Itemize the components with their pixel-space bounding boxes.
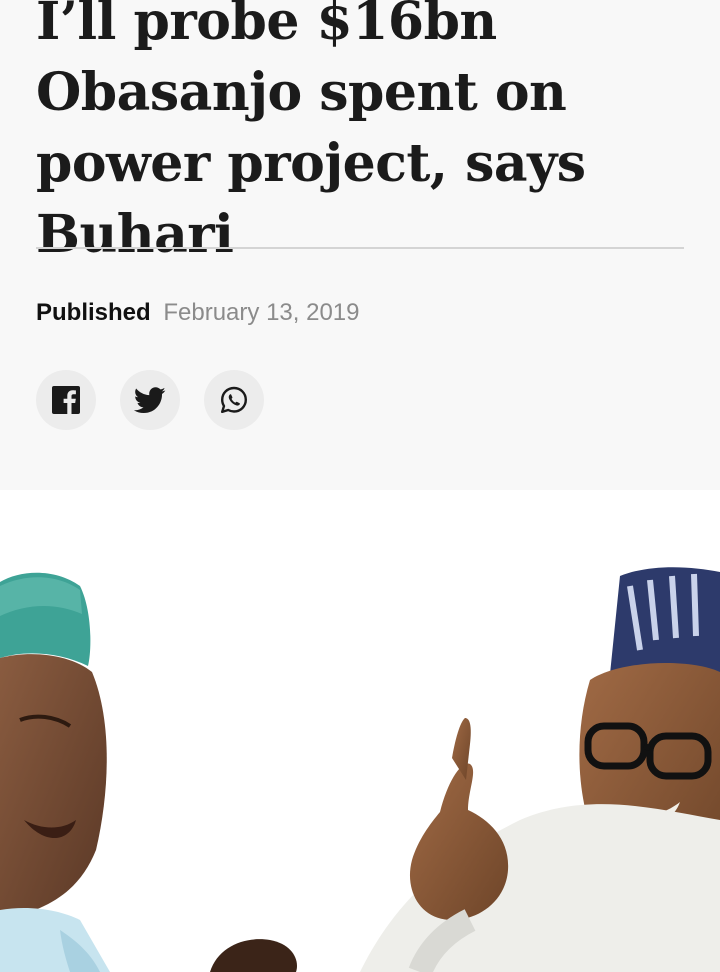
article-title: I’ll probe $16bn Obasanjo spent on power… <box>36 0 586 265</box>
facebook-icon <box>52 386 80 414</box>
published-label: Published <box>36 299 151 326</box>
photo-subject-left <box>0 572 110 972</box>
whatsapp-icon <box>221 386 247 413</box>
article-photo <box>0 490 720 972</box>
photo-subject-right <box>360 567 720 972</box>
share-whatsapp-button[interactable] <box>204 370 264 430</box>
share-twitter-button[interactable] <box>120 370 180 430</box>
article-photo-illustration <box>0 567 720 972</box>
article-header: I’ll probe $16bn Obasanjo spent on power… <box>0 0 720 490</box>
twitter-icon <box>134 386 166 413</box>
share-facebook-button[interactable] <box>36 370 96 430</box>
published-date: February 13, 2019 <box>163 299 360 326</box>
published-line: Published February 13, 2019 <box>36 296 359 330</box>
divider <box>36 247 684 249</box>
